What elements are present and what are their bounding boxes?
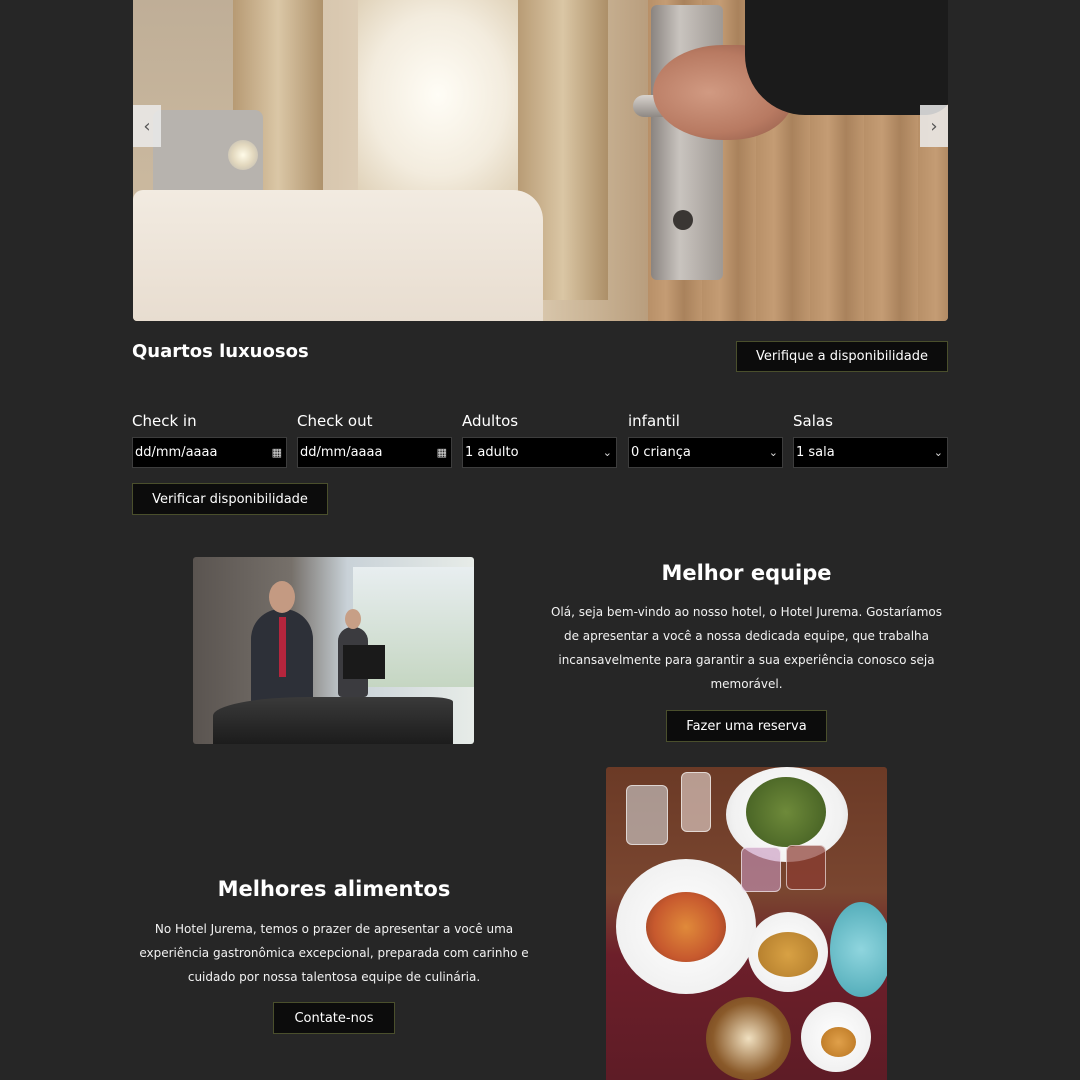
calendar-icon[interactable]: ▦ [272,446,282,459]
food-title: Melhores alimentos [217,877,451,901]
children-label: infantil [628,412,680,430]
rooms-label: Salas [793,412,833,430]
chevron-down-icon: ⌄ [933,446,943,459]
lamp [228,140,258,170]
check-availability-button[interactable]: Verifique a disponibilidade [736,341,948,372]
verify-availability-button[interactable]: Verificar disponibilidade [132,483,328,515]
checkout-date-input[interactable]: dd/mm/aaaa ▦ [297,437,452,468]
adults-label: Adultos [462,412,519,430]
contact-button[interactable]: Contate-nos [273,1002,395,1034]
checkin-value: dd/mm/aaaa [135,445,218,460]
children-select[interactable]: 0 criança ⌄ [628,437,783,468]
adults-select[interactable]: 1 adulto ⌄ [462,437,617,468]
bed [133,190,543,321]
team-title: Melhor equipe [661,561,832,585]
adults-value: 1 adulto [465,445,519,460]
checkout-label: Check out [297,412,373,430]
window [358,0,518,190]
chevron-right-icon: › [930,115,938,137]
section-title: Quartos luxuosos [132,341,309,362]
team-image [193,557,474,744]
chevron-left-icon: ‹ [143,115,151,137]
checkout-value: dd/mm/aaaa [300,445,383,460]
rooms-select[interactable]: 1 sala ⌄ [793,437,948,468]
food-description: No Hotel Jurema, temos o prazer de apres… [139,922,529,984]
food-image [606,767,887,1080]
sleeve [745,0,948,115]
chevron-down-icon: ⌄ [602,446,612,459]
hero-carousel-image [133,0,948,321]
checkin-label: Check in [132,412,197,430]
carousel-prev-button[interactable]: ‹ [133,105,161,147]
checkin-date-input[interactable]: dd/mm/aaaa ▦ [132,437,287,468]
make-reservation-button[interactable]: Fazer uma reserva [666,710,827,742]
children-value: 0 criança [631,445,691,460]
carousel-next-button[interactable]: › [920,105,948,147]
rooms-value: 1 sala [796,445,835,460]
chevron-down-icon: ⌄ [768,446,778,459]
calendar-icon[interactable]: ▦ [437,446,447,459]
team-description: Olá, seja bem-vindo ao nosso hotel, o Ho… [550,605,942,691]
